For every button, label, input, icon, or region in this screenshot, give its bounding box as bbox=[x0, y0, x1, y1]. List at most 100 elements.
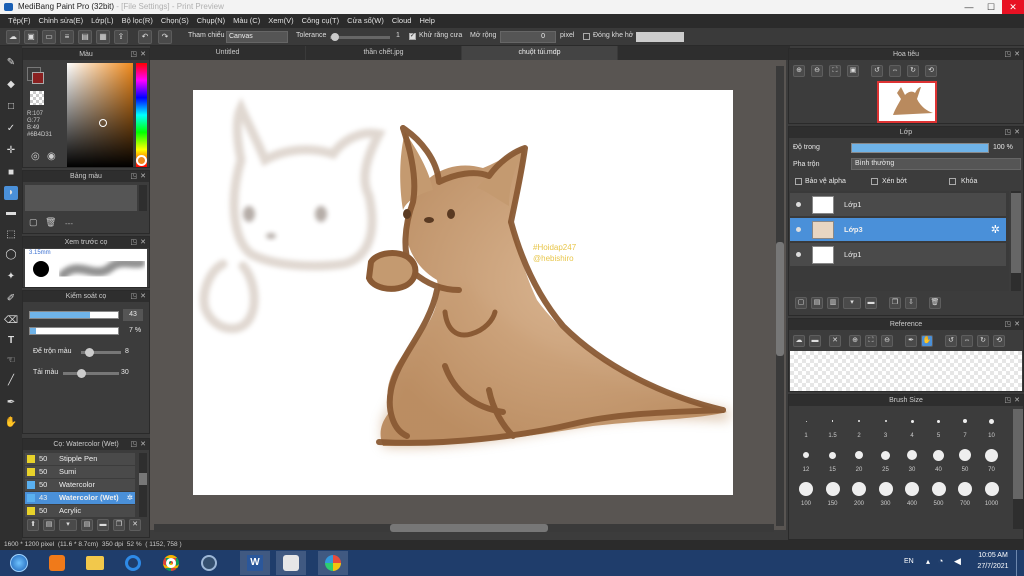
brush-item[interactable]: 50 Sumi bbox=[25, 466, 135, 478]
show-desktop-button[interactable] bbox=[1016, 550, 1022, 576]
menu-snap[interactable]: Chụp(N) bbox=[193, 14, 229, 28]
visibility-eye-icon[interactable] bbox=[796, 227, 801, 232]
brush-size-scrollbar[interactable] bbox=[1013, 409, 1023, 529]
delete-layer-icon[interactable]: 🗑 bbox=[929, 297, 941, 309]
protect-alpha-checkbox[interactable] bbox=[795, 178, 802, 185]
close-reference-icon[interactable]: ✕ bbox=[829, 335, 841, 347]
cloud-icon[interactable]: ☁ bbox=[6, 30, 20, 44]
layer-row[interactable]: Lớp1 bbox=[790, 243, 1006, 267]
close-gap-slider[interactable] bbox=[636, 32, 684, 42]
merge-down-icon[interactable]: ⇩ bbox=[905, 297, 917, 309]
ref-zoom-out-icon[interactable]: ⊖ bbox=[881, 335, 893, 347]
tolerance-slider[interactable] bbox=[330, 33, 390, 41]
export-icon[interactable]: ⇪ bbox=[114, 30, 128, 44]
undock-icon[interactable]: ◳ bbox=[1004, 49, 1011, 60]
vertical-scroll-thumb[interactable] bbox=[776, 242, 784, 356]
volume-icon[interactable]: ◀ bbox=[954, 556, 961, 567]
lock-checkbox[interactable] bbox=[949, 178, 956, 185]
taskbar-ie[interactable] bbox=[118, 551, 148, 575]
document-icon[interactable]: ▤ bbox=[78, 30, 92, 44]
brush-size-slider[interactable] bbox=[29, 311, 119, 319]
tab-than-chet[interactable]: thần chết.jpg bbox=[306, 46, 462, 60]
close-button[interactable]: ✕ bbox=[1002, 0, 1024, 14]
ref-zoom-in-icon[interactable]: ⊕ bbox=[849, 335, 861, 347]
panel-close-icon[interactable]: ✕ bbox=[1014, 319, 1020, 330]
fit-icon[interactable]: ⛶ bbox=[829, 65, 841, 77]
expand-input[interactable]: 0 bbox=[500, 31, 556, 43]
reload-knob[interactable] bbox=[77, 369, 86, 378]
brush-size-value[interactable]: 43 bbox=[123, 309, 143, 321]
eraser-tool-icon[interactable]: ◆ bbox=[4, 78, 18, 92]
layer-settings-gear-icon[interactable]: ✲ bbox=[991, 223, 1000, 236]
brush-size-option[interactable]: 2 bbox=[846, 413, 872, 439]
brush-size-option[interactable]: 10 bbox=[979, 413, 1005, 439]
maximize-button[interactable]: ☐ bbox=[980, 0, 1002, 14]
undock-icon[interactable]: ◳ bbox=[130, 291, 137, 302]
brush-list-scrollbar[interactable] bbox=[139, 453, 147, 517]
brush-settings-gear-icon[interactable]: ✲ bbox=[127, 492, 133, 504]
undock-icon[interactable]: ◳ bbox=[1004, 127, 1011, 138]
color-cursor[interactable] bbox=[99, 119, 107, 127]
reference-select[interactable]: Canvas bbox=[226, 31, 288, 43]
brush-menu-icon[interactable]: ▾ bbox=[59, 519, 77, 531]
undock-icon[interactable]: ◳ bbox=[1004, 319, 1011, 330]
brush-item[interactable]: 50 Stipple Pen bbox=[25, 453, 135, 465]
visibility-eye-icon[interactable] bbox=[796, 202, 801, 207]
brush-copy-icon[interactable]: ❐ bbox=[113, 519, 125, 531]
tab-untitled[interactable]: Untitled bbox=[150, 46, 306, 60]
brush-opacity-slider[interactable] bbox=[29, 327, 119, 335]
brush-list-scroll-thumb[interactable] bbox=[139, 473, 147, 485]
bucket-tool-icon[interactable]: ◗ bbox=[4, 186, 18, 200]
menu-view[interactable]: Xem(V) bbox=[264, 14, 297, 28]
close-gap-checkbox[interactable] bbox=[583, 33, 590, 40]
undo-icon[interactable]: ↶ bbox=[138, 30, 152, 44]
brush-size-option[interactable]: 70 bbox=[979, 447, 1005, 473]
panel-close-icon[interactable]: ✕ bbox=[1014, 395, 1020, 406]
horizontal-scrollbar[interactable] bbox=[154, 524, 774, 532]
brush-item-selected[interactable]: 43 Watercolor (Wet) ✲ bbox=[25, 492, 135, 504]
brush-size-option[interactable]: 700 bbox=[952, 481, 978, 507]
brush-size-option[interactable]: 20 bbox=[846, 447, 872, 473]
brush-size-option[interactable]: 7 bbox=[952, 413, 978, 439]
select-tool-icon[interactable]: ⬚ bbox=[4, 228, 18, 242]
menu-filter[interactable]: Bộ lọc(R) bbox=[118, 14, 157, 28]
delete-palette-icon[interactable]: 🗑 bbox=[45, 217, 56, 228]
brush-size-option[interactable]: 15 bbox=[820, 447, 846, 473]
brush-size-option[interactable]: 12 bbox=[793, 447, 819, 473]
zoom-in-icon[interactable]: ⊕ bbox=[793, 65, 805, 77]
ref-flip-icon[interactable]: ⇔ bbox=[961, 335, 973, 347]
brush-size-option[interactable]: 200 bbox=[846, 481, 872, 507]
brush-size-option[interactable]: 40 bbox=[926, 447, 952, 473]
layer-scrollbar[interactable] bbox=[1011, 191, 1021, 291]
saturation-value-square[interactable] bbox=[67, 63, 133, 167]
ref-rotate-left-icon[interactable]: ↺ bbox=[945, 335, 957, 347]
vertical-scrollbar[interactable] bbox=[776, 66, 784, 526]
menu-tools[interactable]: Công cụ(T) bbox=[298, 14, 344, 28]
brush-size-option[interactable]: 400 bbox=[899, 481, 925, 507]
panel-close-icon[interactable]: ✕ bbox=[1014, 49, 1020, 60]
add-brush-icon[interactable]: ⬆ bbox=[27, 519, 39, 531]
menu-cloud[interactable]: Cloud bbox=[388, 14, 416, 28]
layer-menu-icon[interactable]: ▾ bbox=[843, 297, 861, 309]
minimize-button[interactable]: — bbox=[958, 0, 980, 14]
undock-icon[interactable]: ◳ bbox=[1004, 395, 1011, 406]
color-picker-icon[interactable]: ◉ bbox=[47, 151, 56, 162]
taskbar-media-player[interactable] bbox=[42, 551, 72, 575]
brush-size-option[interactable]: 1000 bbox=[979, 481, 1005, 507]
taskbar-paint[interactable] bbox=[276, 551, 306, 575]
ref-rotate-right-icon[interactable]: ↻ bbox=[977, 335, 989, 347]
panel-close-icon[interactable]: ✕ bbox=[140, 49, 146, 60]
brush-size-option[interactable]: 300 bbox=[873, 481, 899, 507]
panel-close-icon[interactable]: ✕ bbox=[140, 291, 146, 302]
undock-icon[interactable]: ◳ bbox=[130, 171, 137, 182]
layer-row-selected[interactable]: Lớp3 ✲ bbox=[790, 218, 1006, 242]
clip-checkbox[interactable] bbox=[871, 178, 878, 185]
taskbar-chrome[interactable] bbox=[156, 551, 186, 575]
brush-item[interactable]: 50 Acrylic bbox=[25, 505, 135, 517]
horizontal-scroll-thumb[interactable] bbox=[390, 524, 548, 532]
brush-size-option[interactable]: 5 bbox=[926, 413, 952, 439]
brush-delete-icon[interactable]: ✕ bbox=[129, 519, 141, 531]
layer-row[interactable]: Lớp1 bbox=[790, 193, 1006, 217]
magic-wand-icon[interactable]: ✦ bbox=[4, 270, 18, 284]
brush-size-option[interactable]: 3 bbox=[873, 413, 899, 439]
